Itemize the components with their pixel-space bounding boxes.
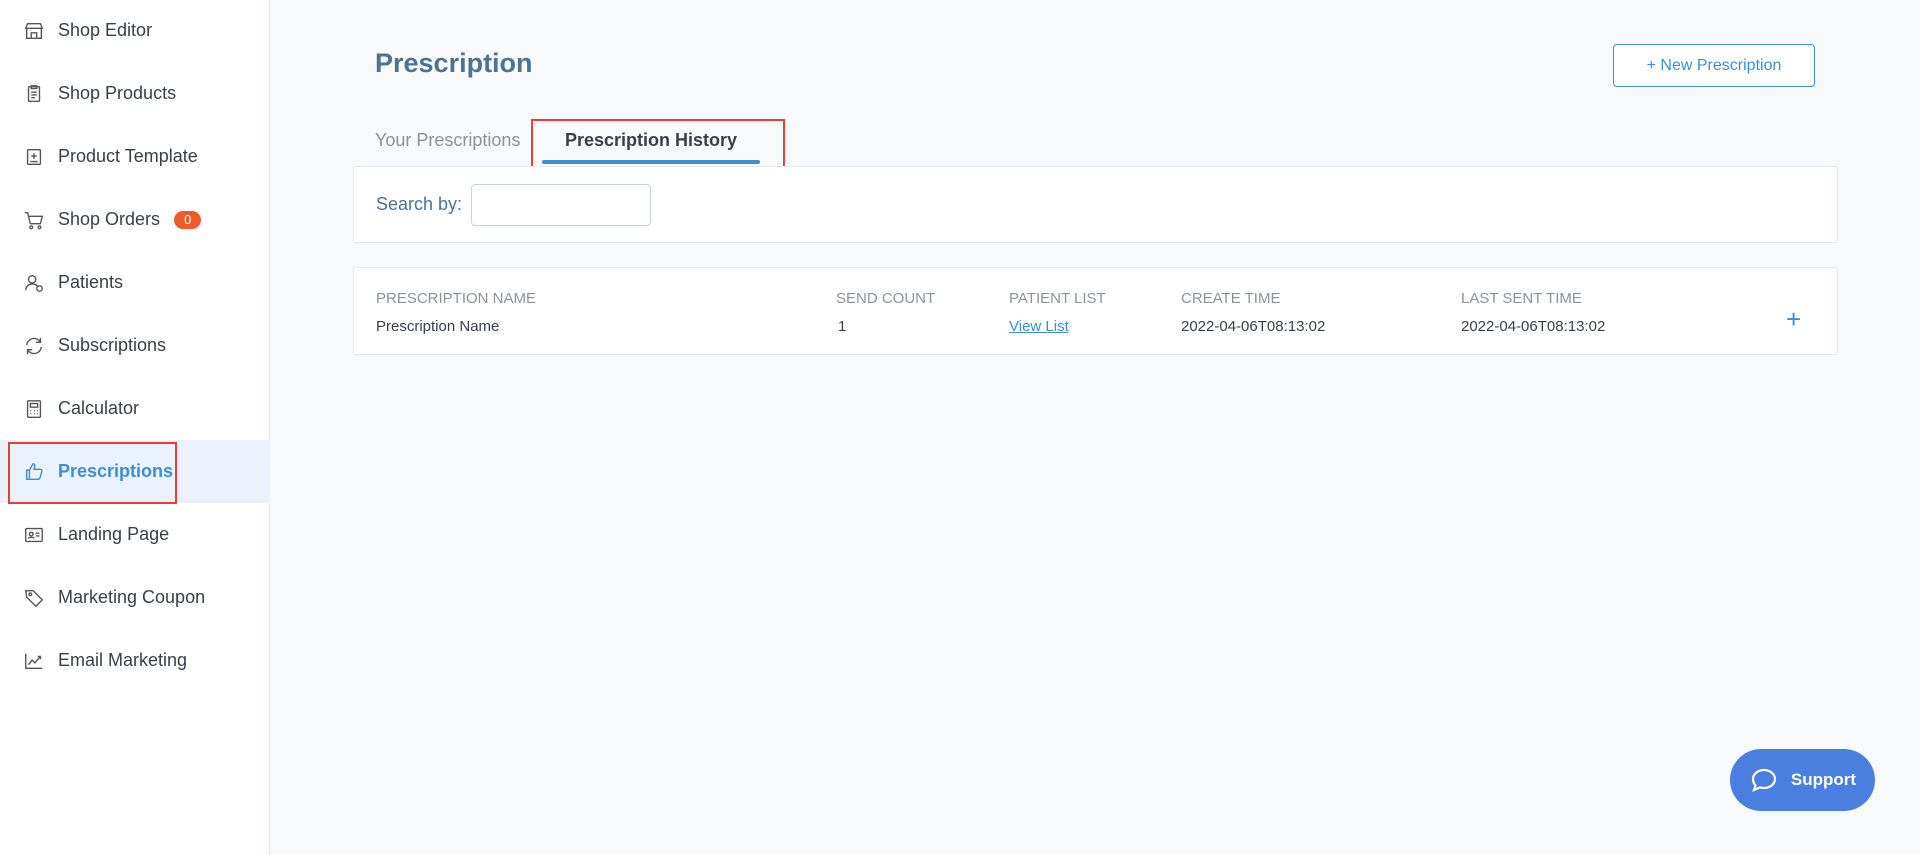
sidebar-item-landing-page[interactable]: Landing Page bbox=[0, 503, 270, 566]
column-header-prescription-name: PRESCRIPTION NAME bbox=[376, 290, 537, 307]
sidebar-item-label: Shop Editor bbox=[58, 20, 153, 40]
calculator-icon bbox=[22, 397, 46, 421]
column-header-last-sent-time: LAST SENT TIME bbox=[1461, 290, 1582, 307]
sidebar-item-label: Product Template bbox=[58, 146, 198, 166]
sidebar-item-label: Subscriptions bbox=[58, 335, 167, 355]
view-list-link[interactable]: View List bbox=[1009, 318, 1069, 335]
prescription-history-table: PRESCRIPTION NAME SEND COUNT PATIENT LIS… bbox=[353, 267, 1838, 355]
thumbs-up-icon bbox=[22, 460, 46, 484]
shop-icon bbox=[22, 19, 46, 43]
cell-last-sent-time: 2022-04-06T08:13:02 bbox=[1461, 318, 1606, 335]
sidebar-item-shop-orders[interactable]: Shop Orders 0 bbox=[0, 188, 270, 251]
cell-create-time: 2022-04-06T08:13:02 bbox=[1181, 318, 1326, 335]
template-icon bbox=[22, 145, 46, 169]
cell-prescription-name: Prescription Name bbox=[376, 318, 500, 335]
sidebar-item-shop-editor[interactable]: Shop Editor bbox=[0, 0, 270, 62]
active-tab-indicator bbox=[542, 160, 760, 164]
support-button[interactable]: Support bbox=[1730, 749, 1875, 811]
sidebar-item-label: Prescriptions bbox=[58, 461, 174, 481]
id-card-icon bbox=[22, 523, 46, 547]
sidebar-item-calculator[interactable]: Calculator bbox=[0, 377, 270, 440]
patients-icon bbox=[22, 271, 46, 295]
column-header-send-count: SEND COUNT bbox=[836, 290, 936, 307]
search-input[interactable] bbox=[471, 184, 651, 226]
sidebar-item-label: Shop Products bbox=[58, 83, 177, 103]
sidebar: Shop Editor Shop Products Product Templa… bbox=[0, 0, 270, 855]
new-prescription-button[interactable]: + New Prescription bbox=[1613, 44, 1815, 87]
refresh-icon bbox=[22, 334, 46, 358]
sidebar-item-patients[interactable]: Patients bbox=[0, 251, 270, 314]
sidebar-item-label: Patients bbox=[58, 272, 124, 292]
sidebar-item-product-template[interactable]: Product Template bbox=[0, 125, 270, 188]
cell-send-count: 1 bbox=[838, 318, 847, 335]
clipboard-icon bbox=[22, 82, 46, 106]
tab-your-prescriptions[interactable]: Your Prescriptions bbox=[375, 130, 520, 151]
column-header-patient-list: PATIENT LIST bbox=[1009, 290, 1106, 307]
sidebar-item-label: Shop Orders bbox=[58, 209, 161, 229]
tab-prescription-history[interactable]: Prescription History bbox=[542, 130, 760, 151]
sidebar-item-email-marketing[interactable]: Email Marketing bbox=[0, 629, 270, 692]
sidebar-item-label: Calculator bbox=[58, 398, 140, 418]
sidebar-item-label: Marketing Coupon bbox=[58, 587, 206, 607]
sidebar-item-subscriptions[interactable]: Subscriptions bbox=[0, 314, 270, 377]
sidebar-item-shop-products[interactable]: Shop Products bbox=[0, 62, 270, 125]
page-title: Prescription bbox=[375, 48, 533, 78]
search-panel: Search by: bbox=[353, 166, 1838, 243]
orders-count-badge: 0 bbox=[174, 210, 202, 229]
sidebar-item-label: Email Marketing bbox=[58, 650, 188, 670]
plus-icon[interactable]: + bbox=[1786, 306, 1801, 332]
sidebar-item-prescriptions[interactable]: Prescriptions bbox=[0, 440, 270, 503]
tag-icon bbox=[22, 586, 46, 610]
chart-line-icon bbox=[22, 649, 46, 673]
cart-icon bbox=[22, 208, 46, 232]
support-label: Support bbox=[1790, 770, 1857, 789]
sidebar-item-marketing-coupon[interactable]: Marketing Coupon bbox=[0, 566, 270, 629]
chat-bubble-icon bbox=[1749, 765, 1779, 795]
column-header-create-time: CREATE TIME bbox=[1181, 290, 1281, 307]
search-label: Search by: bbox=[376, 194, 463, 214]
sidebar-item-label: Landing Page bbox=[58, 524, 170, 544]
